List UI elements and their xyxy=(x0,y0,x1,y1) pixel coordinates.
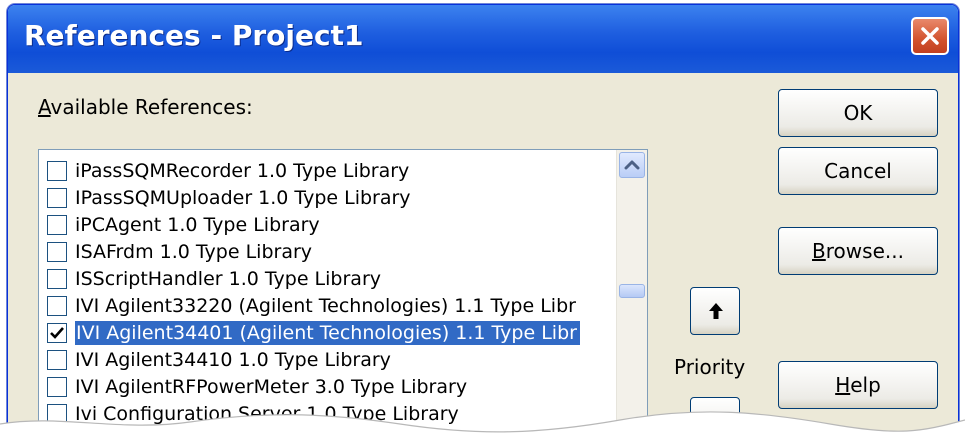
reference-label: iPCAgent 1.0 Type Library xyxy=(75,214,320,236)
help-button[interactable]: Help xyxy=(778,361,938,409)
reference-checkbox[interactable] xyxy=(47,377,67,397)
checkmark-icon xyxy=(50,327,64,339)
reference-checkbox[interactable] xyxy=(47,323,67,343)
reference-label: IPassSQMUploader 1.0 Type Library xyxy=(75,187,411,209)
references-list[interactable]: iPassSQMRecorder 1.0 Type Library IPassSQ… xyxy=(38,149,648,435)
reference-list-item[interactable]: ISScriptHandler 1.0 Type Library xyxy=(39,266,619,293)
reference-label: ISAFrdm 1.0 Type Library xyxy=(75,241,313,263)
reference-checkbox[interactable] xyxy=(47,296,67,316)
reference-list-item[interactable]: iPCAgent 1.0 Type Library xyxy=(39,212,619,239)
priority-up-button[interactable] xyxy=(690,287,740,335)
close-button[interactable] xyxy=(911,17,949,55)
reference-list-item[interactable]: IVI AgilentRFPowerMeter 3.0 Type Library xyxy=(39,374,619,401)
reference-label: IVI Agilent33220 (Agilent Technologies) … xyxy=(75,295,576,317)
window-title: References - Project1 xyxy=(24,19,364,52)
reference-checkbox[interactable] xyxy=(47,188,67,208)
available-references-label: Available References: xyxy=(38,95,253,119)
reference-list-item[interactable]: IVI Agilent34410 1.0 Type Library xyxy=(39,347,619,374)
vertical-scrollbar[interactable] xyxy=(616,150,647,435)
ok-button[interactable]: OK xyxy=(778,89,938,137)
reference-label: IVI Agilent34401 (Agilent Technologies) … xyxy=(75,321,580,345)
priority-label: Priority xyxy=(674,355,746,379)
chevron-up-icon xyxy=(624,160,640,170)
reference-list-item[interactable]: IVI Agilent33220 (Agilent Technologies) … xyxy=(39,293,619,320)
reference-checkbox[interactable] xyxy=(47,161,67,181)
reference-checkbox[interactable] xyxy=(47,269,67,289)
reference-label: IVI AgilentRFPowerMeter 3.0 Type Library xyxy=(75,376,468,398)
title-bar[interactable]: References - Project1 xyxy=(8,5,958,73)
torn-edge-decoration xyxy=(0,411,965,442)
scroll-up-button[interactable] xyxy=(619,152,645,178)
arrow-up-icon xyxy=(709,303,723,319)
reference-checkbox[interactable] xyxy=(47,350,67,370)
reference-list-item[interactable]: ISAFrdm 1.0 Type Library xyxy=(39,239,619,266)
references-dialog: References - Project1 Available Referenc… xyxy=(7,4,959,436)
reference-label: ISScriptHandler 1.0 Type Library xyxy=(75,268,381,290)
scroll-thumb[interactable] xyxy=(619,284,645,298)
cancel-button[interactable]: Cancel xyxy=(778,147,938,195)
reference-list-item[interactable]: IVI Agilent34401 (Agilent Technologies) … xyxy=(39,320,619,347)
browse-button[interactable]: Browse... xyxy=(778,227,938,275)
reference-checkbox[interactable] xyxy=(47,242,67,262)
reference-label: IVI Agilent34410 1.0 Type Library xyxy=(75,349,391,371)
reference-list-item[interactable]: IPassSQMUploader 1.0 Type Library xyxy=(39,185,619,212)
reference-label: iPassSQMRecorder 1.0 Type Library xyxy=(75,160,410,182)
reference-checkbox[interactable] xyxy=(47,215,67,235)
reference-list-item[interactable]: iPassSQMRecorder 1.0 Type Library xyxy=(39,158,619,185)
close-x-icon xyxy=(921,27,939,45)
